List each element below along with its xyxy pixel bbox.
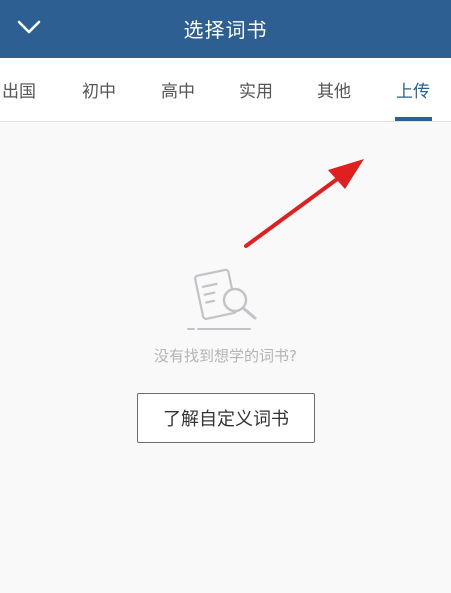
tab-senior-high[interactable]: 高中 — [161, 77, 195, 102]
tab-other[interactable]: 其他 — [317, 77, 351, 102]
active-tab-indicator — [395, 117, 432, 121]
tab-upload[interactable]: 上传 — [396, 77, 430, 102]
page-title: 选择词书 — [183, 18, 268, 42]
tab-abroad[interactable]: 出国 — [2, 77, 36, 102]
top-bar: 选择词书 — [0, 0, 451, 58]
app-screen: 选择词书 出国 初中 高中 实用 其他 上传 没有找到想学的词书? 了解自定义词… — [0, 0, 451, 593]
document-search-icon — [187, 268, 257, 330]
empty-message: 没有找到想学的词书? — [154, 347, 297, 365]
tab-practical[interactable]: 实用 — [239, 77, 273, 102]
learn-custom-wordbook-button[interactable]: 了解自定义词书 — [137, 393, 315, 443]
tab-junior-high[interactable]: 初中 — [82, 77, 116, 102]
category-tabs: 出国 初中 高中 实用 其他 上传 — [0, 58, 451, 122]
